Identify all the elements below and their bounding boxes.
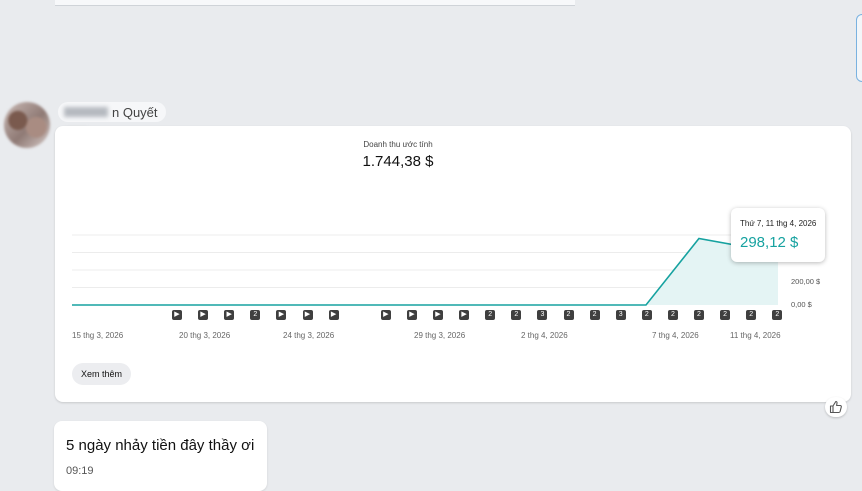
video-count-marker[interactable]: 2 (563, 310, 574, 320)
see-more-button[interactable]: Xem thêm (72, 363, 132, 385)
y-tick-label: 0,00 $ (791, 300, 812, 309)
video-marker-play-icon[interactable]: ▶ (172, 310, 182, 320)
message-time: 09:19 (66, 465, 94, 477)
video-count-marker[interactable]: 2 (589, 310, 600, 320)
tooltip-date: Thứ 7, 11 thg 4, 2026 (740, 219, 817, 228)
video-count-marker[interactable]: 2 (511, 310, 522, 320)
video-count-marker[interactable]: 3 (537, 310, 548, 320)
x-tick-label: 15 thg 3, 2026 (72, 331, 124, 340)
video-count-marker[interactable]: 2 (485, 310, 496, 320)
video-count-marker[interactable]: 2 (746, 310, 757, 320)
video-marker-play-icon[interactable]: ▶ (459, 310, 470, 320)
video-count-marker[interactable]: 2 (720, 310, 731, 320)
video-marker-play-icon[interactable]: ▶ (224, 310, 235, 320)
video-count-marker[interactable]: 2 (772, 310, 783, 320)
video-marker-play-icon[interactable]: ▶ (433, 310, 443, 320)
message-text: 5 ngày nhảy tiền đây thầy ơi (66, 437, 255, 454)
x-tick-label: 24 thg 3, 2026 (283, 331, 335, 340)
text-message-bubble[interactable]: 5 ngày nhảy tiền đây thầy ơi 09:19 (54, 421, 267, 491)
video-marker-play-icon[interactable]: ▶ (406, 310, 417, 320)
video-marker-play-icon[interactable]: ▶ (198, 310, 209, 320)
x-tick-label: 29 thg 3, 2026 (414, 331, 466, 340)
video-marker-play-icon[interactable]: ▶ (380, 310, 391, 320)
y-tick-label: 200,00 $ (791, 277, 821, 286)
x-tick-label: 11 thg 4, 2026 (730, 331, 781, 340)
video-marker-play-icon[interactable]: ▶ (276, 310, 287, 320)
x-tick-label: 7 thg 4, 2026 (652, 331, 699, 340)
video-count-marker[interactable]: 3 (615, 310, 626, 320)
video-count-marker[interactable]: 2 (667, 310, 678, 320)
x-tick-label: 20 thg 3, 2026 (179, 331, 231, 340)
x-tick-label: 2 thg 4, 2026 (521, 331, 568, 340)
video-marker-play-icon[interactable]: ▶ (302, 310, 313, 320)
video-count-marker[interactable]: 2 (694, 310, 704, 320)
tooltip-value: 298,12 $ (740, 234, 799, 251)
video-count-marker[interactable]: 2 (641, 310, 652, 320)
video-marker-play-icon[interactable]: ▶ (328, 310, 339, 320)
video-count-marker[interactable]: 2 (250, 310, 261, 320)
chart-tooltip: Thứ 7, 11 thg 4, 2026 298,12 $ (731, 208, 825, 262)
thumbs-up-icon (829, 400, 842, 414)
like-button[interactable] (825, 397, 847, 417)
